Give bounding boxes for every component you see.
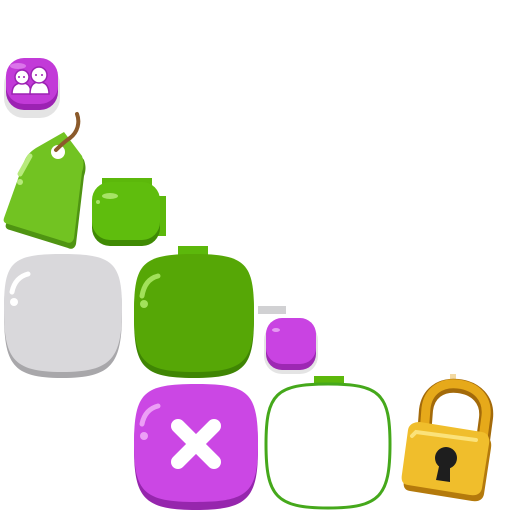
close-button[interactable] (130, 382, 262, 512)
price-tag (3, 112, 86, 249)
padlock (401, 374, 494, 502)
grey-button-large[interactable] (0, 252, 126, 382)
sprite-sheet (0, 0, 512, 512)
lock-icon (401, 374, 494, 502)
green-button-small[interactable] (88, 176, 170, 252)
purple-button-small[interactable] (262, 314, 320, 376)
green-button-large[interactable] (130, 244, 260, 382)
price-tag-icon (3, 112, 86, 249)
outline-frame (264, 376, 392, 510)
friends-button[interactable] (2, 56, 62, 120)
